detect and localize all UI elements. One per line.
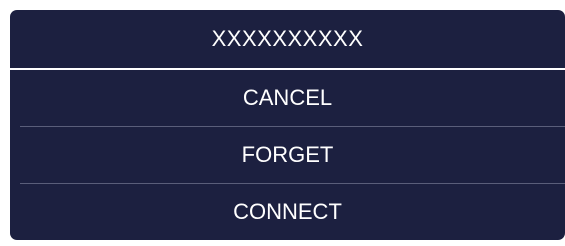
forget-button[interactable]: FORGET bbox=[10, 127, 565, 183]
cancel-button[interactable]: CANCEL bbox=[10, 70, 565, 126]
dialog-title: XXXXXXXXXX bbox=[211, 26, 364, 51]
connect-button[interactable]: CONNECT bbox=[10, 184, 565, 240]
network-dialog: XXXXXXXXXX CANCEL FORGET CONNECT bbox=[10, 10, 565, 240]
